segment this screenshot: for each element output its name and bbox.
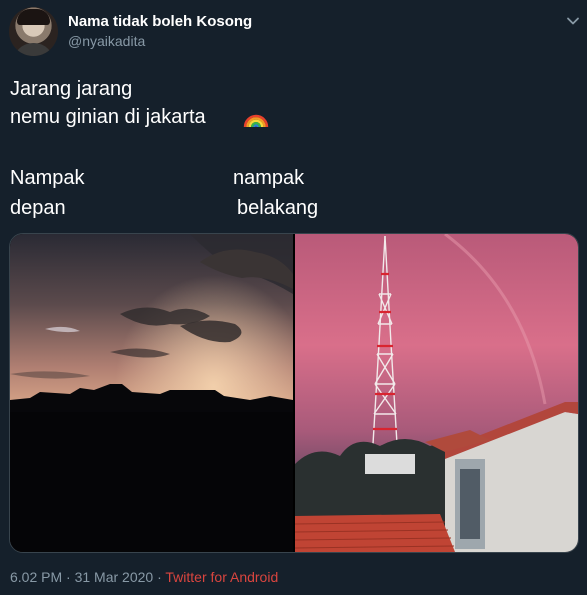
tweet-footer: 6.02 PM · 31 Mar 2020 · Twitter for Andr… [10,569,278,585]
caption-left-line-1: Nampak [10,167,85,189]
pink-sky-tower-photo[interactable] [295,234,578,552]
user-handle[interactable]: @nyaikadita [68,33,145,49]
avatar-hair [17,9,50,25]
tweet-source-link[interactable]: Twitter for Android [165,569,278,585]
sunset-photo[interactable] [10,234,293,552]
caption-right-line-2: belakang [237,197,319,219]
caption-right-line-1: nampak [233,167,305,189]
footer-separator: · [62,569,75,585]
tweet-date[interactable]: 31 Mar 2020 [75,569,154,585]
media-grid [9,233,579,553]
tweet-text-line-2: nemu ginian di jakarta [10,106,206,128]
user-display-name[interactable]: Nama tidak boleh Kosong [68,13,252,30]
chevron-down-icon[interactable] [566,14,580,28]
caption-left-line-2: depan [10,197,66,219]
avatar-shirt [13,43,54,56]
rainbow-emoji-icon [243,114,269,128]
tweet-time[interactable]: 6.02 PM [10,569,62,585]
tweet-text-line-1: Jarang jarang [10,78,133,100]
footer-separator-2: · [153,569,166,585]
avatar[interactable] [9,7,58,56]
